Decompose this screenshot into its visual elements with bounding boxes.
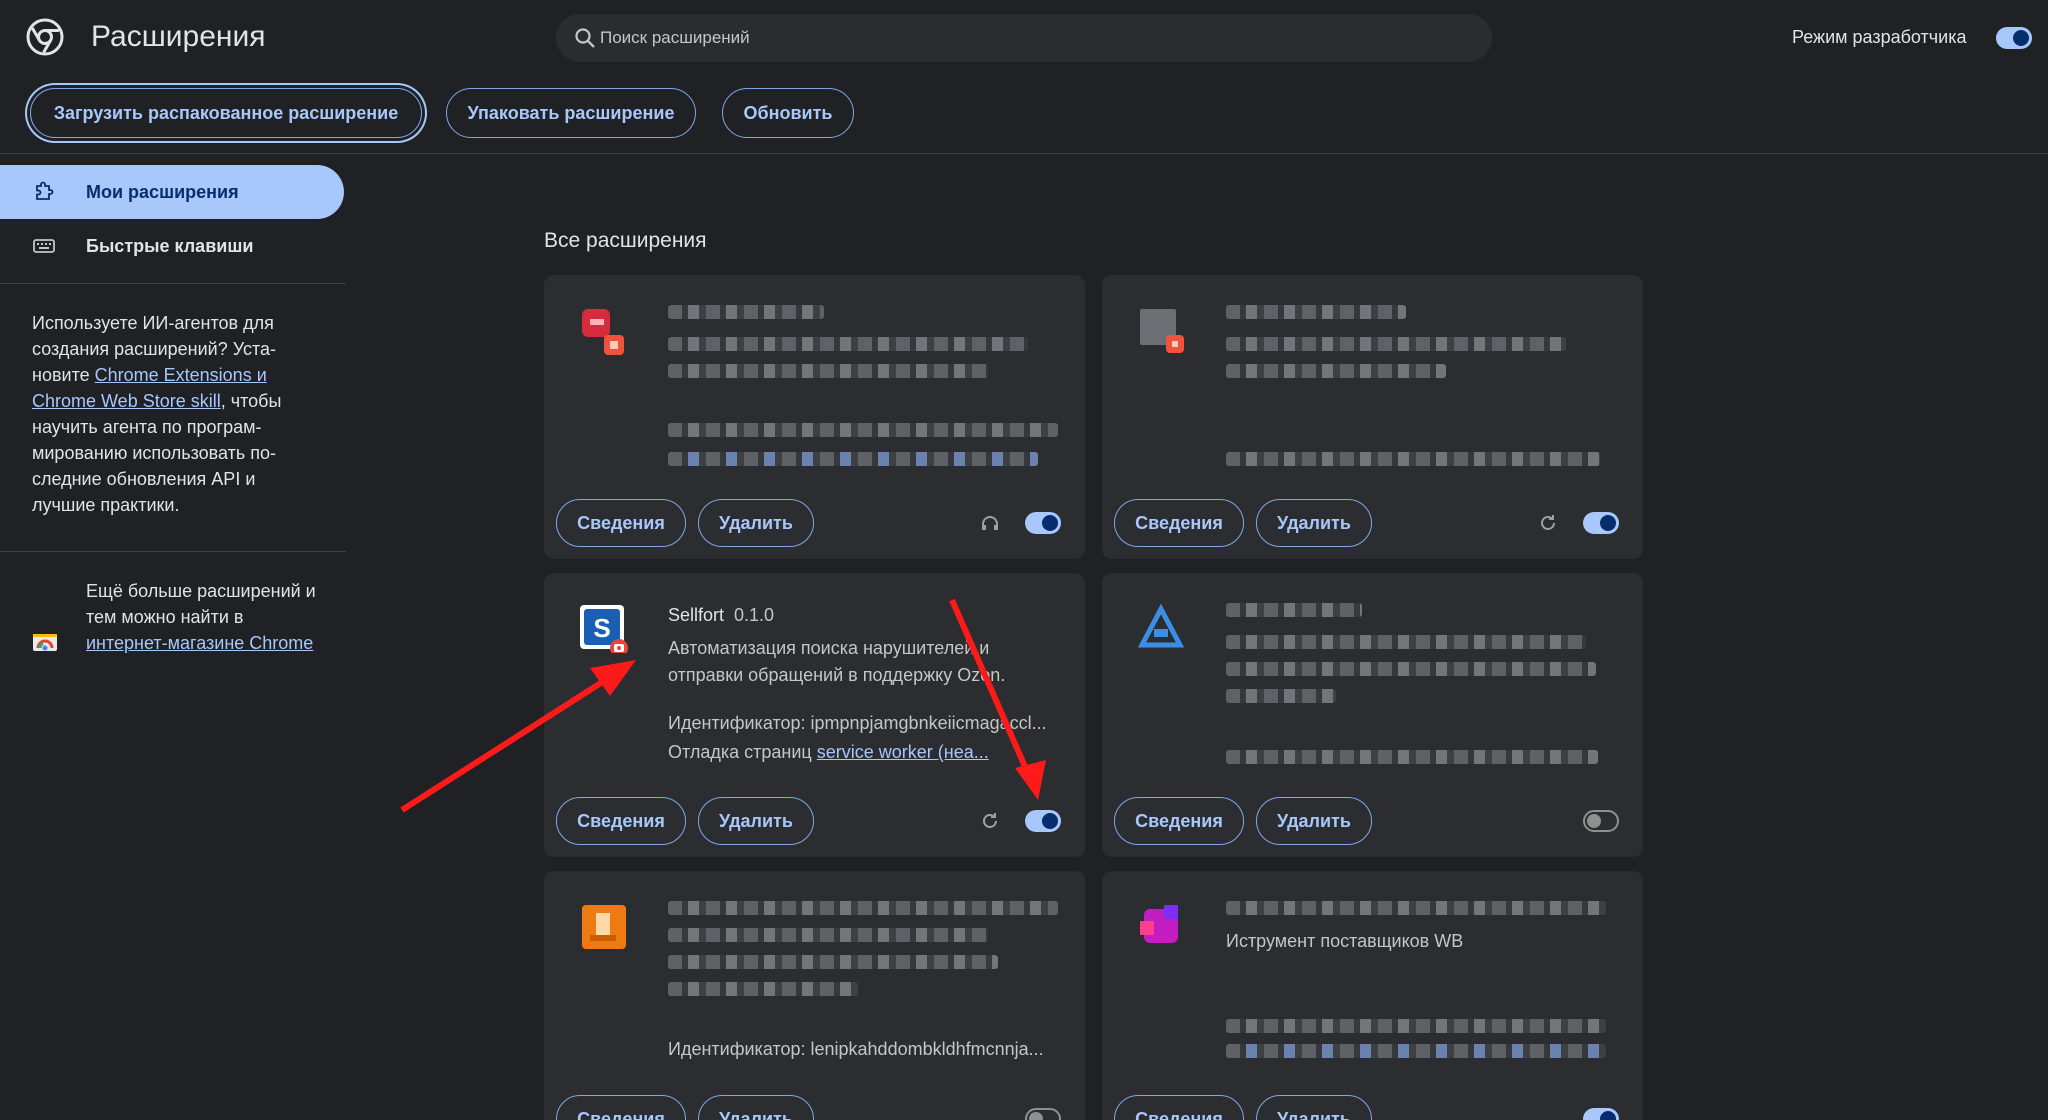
extension-version: 0.1.0 xyxy=(734,605,775,625)
remove-button[interactable]: Удалить xyxy=(698,1095,814,1120)
load-unpacked-button[interactable]: Загрузить распакованное расширение xyxy=(30,88,422,138)
extension-name: Sellfort 0.1.0 xyxy=(668,605,775,625)
pack-extension-button[interactable]: Упаковать расширение xyxy=(446,88,696,138)
svg-text:S: S xyxy=(593,613,610,643)
headset-icon xyxy=(982,516,998,530)
page-title: Расширения xyxy=(91,20,266,53)
extension-enable-toggle[interactable] xyxy=(1583,512,1619,534)
sidebar-item-label: Быстрые клавиши xyxy=(86,235,254,256)
search-icon xyxy=(575,28,595,48)
extension-description: Иструмент поставщиков WB xyxy=(1226,931,1464,951)
toolbar-divider xyxy=(0,153,2048,154)
extension-icon xyxy=(1137,603,1185,648)
extension-enable-toggle[interactable] xyxy=(1025,1108,1061,1120)
sidebar-divider xyxy=(0,551,346,552)
webstore-icon xyxy=(33,634,57,651)
details-button[interactable]: Сведения xyxy=(1114,1095,1244,1120)
chrome-logo-icon xyxy=(26,18,64,56)
extension-icon xyxy=(1140,309,1184,353)
remove-button[interactable]: Удалить xyxy=(1256,797,1372,845)
sellfort-icon: S xyxy=(580,605,628,653)
developer-mode-label: Режим разработчика xyxy=(1792,27,1967,47)
service-worker-link[interactable]: service worker (неа... xyxy=(817,742,989,762)
search-bar[interactable] xyxy=(556,14,1492,62)
remove-button[interactable]: Удалить xyxy=(698,499,814,547)
extension-enable-toggle[interactable] xyxy=(1025,512,1061,534)
reload-icon[interactable] xyxy=(978,809,1002,833)
extension-card: Сведения Удалить xyxy=(1102,573,1643,857)
extension-id: Идентификатор: ipmpnpjamgbnkeiicmagaccl.… xyxy=(668,713,1047,733)
extension-card-sellfort: S Sellfort 0.1.0 Автоматизация поиска нар… xyxy=(544,573,1085,857)
inspect-views: Отладка страниц service worker (неа... xyxy=(668,742,989,762)
remove-button[interactable]: Удалить xyxy=(1256,499,1372,547)
details-button[interactable]: Сведения xyxy=(556,1095,686,1120)
extension-icon xyxy=(582,905,626,949)
ai-agents-info: Используете ИИ-агентов для создания расш… xyxy=(32,313,282,515)
sidebar-item-my-extensions[interactable]: Мои расширения xyxy=(0,165,344,219)
section-title: Все расширения xyxy=(544,229,707,252)
extension-icon xyxy=(582,309,624,355)
remove-button[interactable]: Удалить xyxy=(1256,1095,1372,1120)
extension-card: Иструмент поставщиков WB Сведения Удалит… xyxy=(1102,871,1643,1120)
webstore-link[interactable]: интернет-магазине Chrome xyxy=(86,633,313,653)
sidebar-divider xyxy=(0,283,346,284)
extension-enable-toggle[interactable] xyxy=(1583,810,1619,832)
extension-card: Сведения Удалить xyxy=(544,275,1085,559)
webstore-promo: Ещё больше расширений и тем можно найти … xyxy=(86,581,316,653)
details-button[interactable]: Сведения xyxy=(556,797,686,845)
extension-enable-toggle[interactable] xyxy=(1025,810,1061,832)
extension-card: Идентификатор: lenipkahddombkldhfmcnnja.… xyxy=(544,871,1085,1120)
extension-enable-toggle[interactable] xyxy=(1583,1108,1619,1120)
keyboard-icon xyxy=(33,239,55,253)
remove-button[interactable]: Удалить xyxy=(698,797,814,845)
sidebar-item-label: Мои расширения xyxy=(86,181,239,202)
reload-icon[interactable] xyxy=(1536,511,1560,535)
details-button[interactable]: Сведения xyxy=(1114,499,1244,547)
puzzle-icon xyxy=(36,181,54,200)
extension-id: Идентификатор: lenipkahddombkldhfmcnnja.… xyxy=(668,1039,1044,1059)
sidebar-item-shortcuts[interactable]: Быстрые клавиши xyxy=(0,219,344,273)
developer-mode-toggle[interactable] xyxy=(1996,27,2032,49)
header: Расширения Режим разработчика xyxy=(0,0,2048,78)
search-input[interactable] xyxy=(600,14,1470,62)
extension-card: Сведения Удалить xyxy=(1102,275,1643,559)
details-button[interactable]: Сведения xyxy=(556,499,686,547)
extension-description: Автоматизация поиска нарушителей и отпра… xyxy=(668,638,1006,685)
update-button[interactable]: Обновить xyxy=(722,88,854,138)
extension-icon xyxy=(1140,905,1178,943)
details-button[interactable]: Сведения xyxy=(1114,797,1244,845)
